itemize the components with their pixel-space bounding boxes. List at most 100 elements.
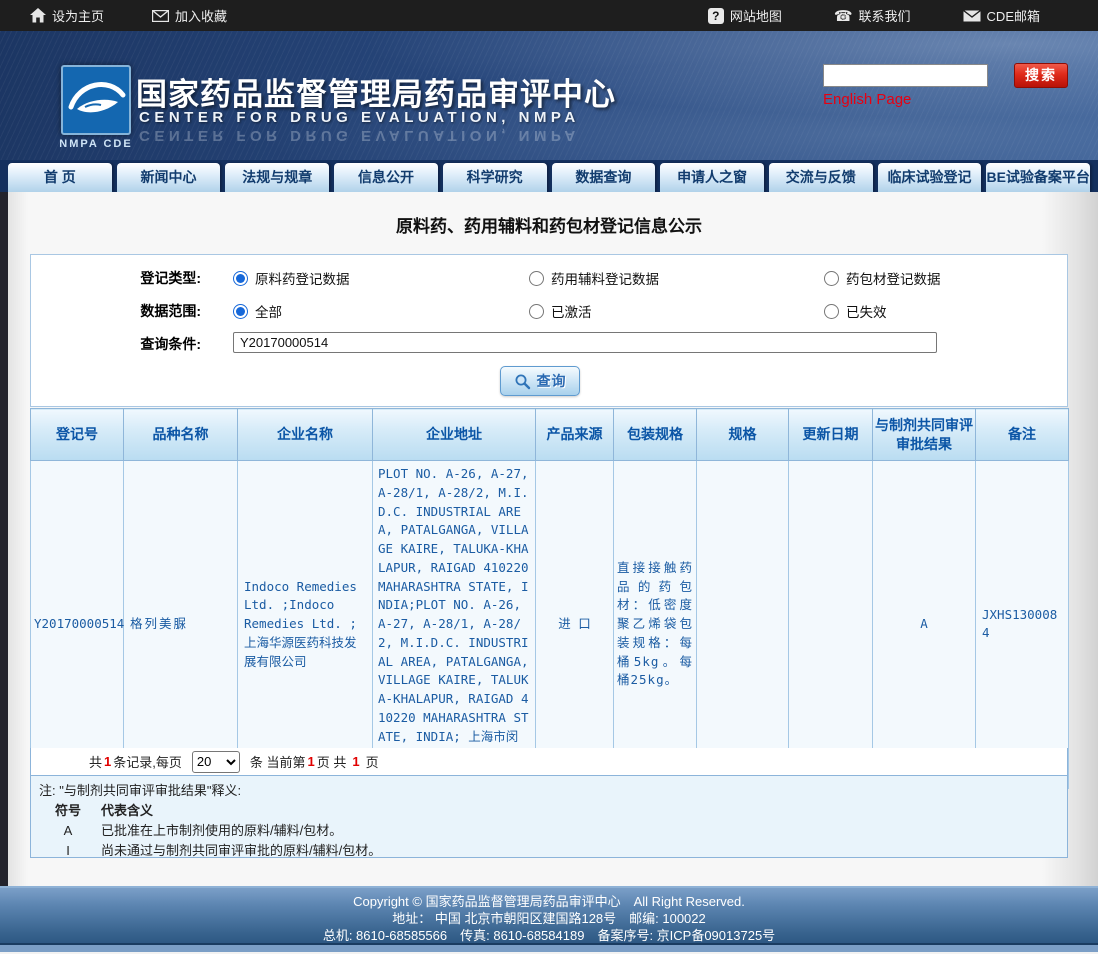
radio-excipient-data[interactable]: 药用辅料登记数据 bbox=[529, 268, 659, 288]
radio-activated-input[interactable] bbox=[529, 304, 544, 319]
content-area: 原料药、药用辅料和药包材登记信息公示 登记类型: 原料药登记数据 药用辅料登记数… bbox=[0, 192, 1098, 886]
table-row: Y20170000514 格列美脲 Indoco Remedies Ltd. ;… bbox=[31, 461, 1069, 789]
pagination-pages-label: 页 共 bbox=[317, 752, 347, 771]
topbar-left-group: 设为主页 加入收藏 bbox=[0, 6, 227, 25]
legend-meaning-i: 尚未通过与制剂共同审评审批的原料/辅料/包材。 bbox=[101, 841, 381, 861]
cde-registration-page: 设为主页 加入收藏 ? 网站地图 ☎ 联系我们 CDE邮箱 bbox=[0, 0, 1098, 954]
per-page-select[interactable]: 20 bbox=[192, 751, 240, 773]
radio-excipient-input[interactable] bbox=[529, 271, 544, 286]
query-form-panel: 登记类型: 原料药登记数据 药用辅料登记数据 药包材登记数据 数据范围: bbox=[30, 254, 1068, 407]
footer-text-block: Copyright © 国家药品监督管理局药品审评中心 All Right Re… bbox=[0, 886, 1098, 943]
tab-clinical-trial-registration[interactable]: 临床试验登记 bbox=[878, 163, 982, 192]
radio-expired[interactable]: 已失效 bbox=[824, 301, 887, 321]
home-icon bbox=[30, 8, 46, 23]
legend-title: 注: "与制剂共同审评审批结果"释义: bbox=[39, 781, 1059, 801]
query-button-label: 查询 bbox=[537, 371, 567, 391]
footer-contact: 总机: 8610-68585566 传真: 8610-68584189 备案序号… bbox=[0, 927, 1098, 944]
site-title-reflection: CENTER FOR DRUG EVALUATION, NMPA bbox=[139, 127, 580, 144]
tab-science-research[interactable]: 科学研究 bbox=[443, 163, 547, 192]
add-favorite-link[interactable]: 加入收藏 bbox=[152, 6, 227, 25]
cell-spec bbox=[697, 461, 789, 789]
question-icon: ? bbox=[708, 8, 724, 24]
tab-data-query[interactable]: 数据查询 bbox=[552, 163, 656, 192]
footer-bottom-bar bbox=[0, 945, 1098, 952]
set-homepage-label: 设为主页 bbox=[52, 6, 104, 25]
radio-expired-label: 已失效 bbox=[846, 301, 887, 321]
radio-raw-material-data[interactable]: 原料药登记数据 bbox=[233, 268, 350, 288]
page-title: 原料药、药用辅料和药包材登记信息公示 bbox=[0, 212, 1098, 237]
legend-row-i: I 尚未通过与制剂共同审评审批的原料/辅料/包材。 bbox=[39, 841, 1059, 861]
tab-info-disclosure[interactable]: 信息公开 bbox=[334, 163, 438, 192]
results-table: 登记号 品种名称 企业名称 企业地址 产品来源 包装规格 规格 更新日期 与制剂… bbox=[30, 408, 1069, 789]
radio-activated-label: 已激活 bbox=[551, 301, 592, 321]
table-header-row: 登记号 品种名称 企业名称 企业地址 产品来源 包装规格 规格 更新日期 与制剂… bbox=[31, 409, 1069, 461]
pagination-page-suffix: 页 bbox=[366, 752, 379, 771]
cde-mailbox-label: CDE邮箱 bbox=[987, 6, 1040, 25]
col-spec: 规格 bbox=[697, 409, 789, 461]
pagination-records-label: 条记录,每页 bbox=[113, 752, 182, 771]
query-button[interactable]: 查询 bbox=[500, 366, 580, 396]
col-remark: 备注 bbox=[976, 409, 1069, 461]
data-scope-label: 数据范围: bbox=[119, 301, 201, 321]
radio-packaging-label: 药包材登记数据 bbox=[846, 268, 941, 288]
tab-communication-feedback[interactable]: 交流与反馈 bbox=[769, 163, 873, 192]
legend-symbol-i: I bbox=[51, 841, 85, 861]
english-page-link[interactable]: English Page bbox=[823, 91, 911, 108]
tab-be-platform[interactable]: BE试验备案平台 bbox=[986, 163, 1090, 192]
cell-registration-no: Y20170000514 bbox=[31, 461, 124, 789]
site-search-button[interactable]: 搜索 bbox=[1014, 63, 1068, 88]
legend-header-row: 符号 代表含义 bbox=[39, 801, 1059, 821]
col-packaging-spec: 包装规格 bbox=[614, 409, 697, 461]
cde-mailbox-link[interactable]: CDE邮箱 bbox=[963, 6, 1040, 25]
col-update-date: 更新日期 bbox=[789, 409, 873, 461]
radio-all[interactable]: 全部 bbox=[233, 301, 282, 321]
nmpa-cde-logo[interactable] bbox=[61, 65, 131, 135]
col-product-name: 品种名称 bbox=[124, 409, 238, 461]
site-search-input[interactable] bbox=[823, 64, 988, 87]
main-nav: 首 页 新闻中心 法规与规章 信息公开 科学研究 数据查询 申请人之窗 交流与反… bbox=[0, 160, 1098, 192]
radio-packaging-data[interactable]: 药包材登记数据 bbox=[824, 268, 941, 288]
radio-all-label: 全部 bbox=[255, 301, 282, 321]
pagination-total-pages: 1 bbox=[352, 754, 359, 769]
pagination-after-select: 条 当前第 bbox=[250, 752, 306, 771]
cell-remark: JXHS1300084 bbox=[976, 461, 1069, 789]
query-condition-label: 查询条件: bbox=[119, 334, 201, 354]
cell-joint-review-result: A bbox=[873, 461, 976, 789]
cell-product-name: 格列美脲 bbox=[124, 461, 238, 789]
registration-type-row: 登记类型: 原料药登记数据 药用辅料登记数据 药包材登记数据 bbox=[31, 268, 1067, 288]
envelope-icon bbox=[152, 10, 169, 22]
tab-regulations[interactable]: 法规与规章 bbox=[225, 163, 329, 192]
tab-news-center[interactable]: 新闻中心 bbox=[117, 163, 221, 192]
pagination-total-prefix: 共 bbox=[89, 752, 102, 771]
query-condition-input[interactable] bbox=[233, 332, 937, 353]
magnifier-icon bbox=[514, 373, 531, 390]
legend-meaning-header: 代表含义 bbox=[101, 801, 153, 821]
sitemap-link[interactable]: ? 网站地图 bbox=[708, 6, 782, 25]
cell-packaging-spec: 直接接触药品的药包材：低密度聚乙烯袋包装规格：每桶5kg。每桶25kg。 bbox=[614, 461, 697, 789]
radio-raw-material-input[interactable] bbox=[233, 271, 248, 286]
legend-meaning-a: 已批准在上市制剂使用的原料/辅料/包材。 bbox=[101, 821, 342, 841]
sitemap-label: 网站地图 bbox=[730, 6, 782, 25]
site-footer: Copyright © 国家药品监督管理局药品审评中心 All Right Re… bbox=[0, 886, 1098, 954]
top-utility-bar: 设为主页 加入收藏 ? 网站地图 ☎ 联系我们 CDE邮箱 bbox=[0, 0, 1098, 31]
legend-symbol-header: 符号 bbox=[51, 801, 85, 821]
radio-all-input[interactable] bbox=[233, 304, 248, 319]
col-joint-review-result: 与制剂共同审评审批结果 bbox=[873, 409, 976, 461]
radio-packaging-input[interactable] bbox=[824, 271, 839, 286]
legend-symbol-a: A bbox=[51, 821, 85, 841]
contact-us-label: 联系我们 bbox=[859, 6, 911, 25]
site-title-chinese: 国家药品监督管理局药品审评中心 bbox=[136, 69, 616, 114]
tab-applicant-window[interactable]: 申请人之窗 bbox=[660, 163, 764, 192]
cell-update-date bbox=[789, 461, 873, 789]
contact-us-link[interactable]: ☎ 联系我们 bbox=[834, 6, 911, 25]
phone-icon: ☎ bbox=[834, 7, 853, 25]
set-homepage-link[interactable]: 设为主页 bbox=[30, 6, 104, 25]
cell-product-origin: 进 口 bbox=[536, 461, 614, 789]
radio-expired-input[interactable] bbox=[824, 304, 839, 319]
col-registration-no: 登记号 bbox=[31, 409, 124, 461]
radio-activated[interactable]: 已激活 bbox=[529, 301, 592, 321]
pagination-bar: 共 1 条记录,每页 20 条 当前第 1 页 共 1 页 bbox=[30, 748, 1068, 775]
registration-type-label: 登记类型: bbox=[119, 268, 201, 288]
legend-row-a: A 已批准在上市制剂使用的原料/辅料/包材。 bbox=[39, 821, 1059, 841]
tab-home[interactable]: 首 页 bbox=[8, 163, 112, 192]
